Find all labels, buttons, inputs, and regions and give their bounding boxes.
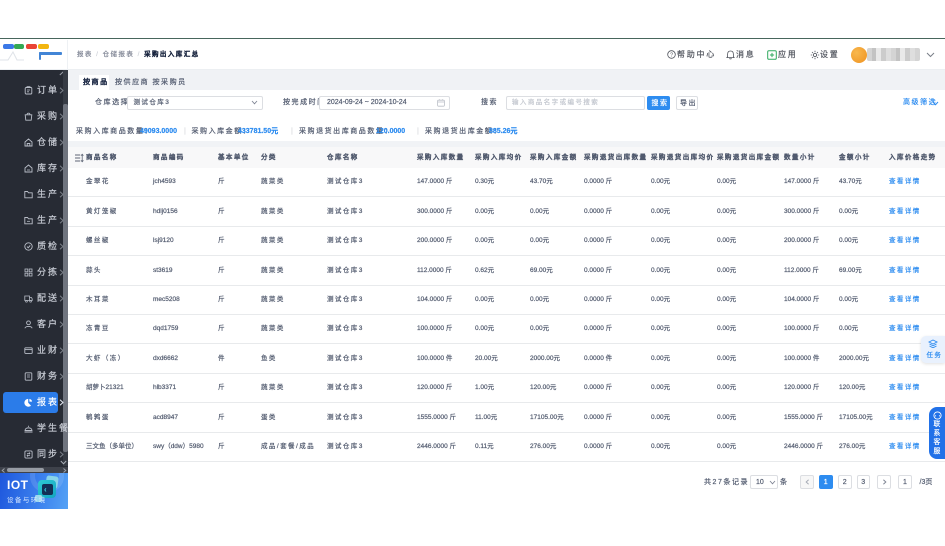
svg-text:?: ? bbox=[670, 53, 673, 59]
